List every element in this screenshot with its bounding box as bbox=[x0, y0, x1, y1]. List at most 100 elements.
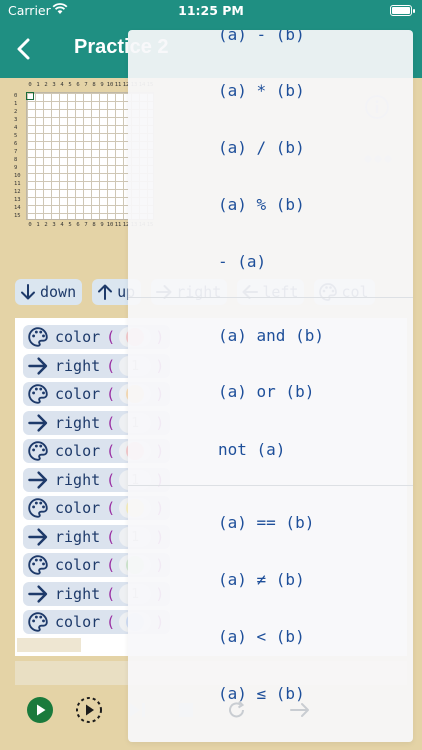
step-run-button[interactable] bbox=[75, 696, 103, 724]
block-keyword: color bbox=[55, 556, 101, 574]
grid-col-label: 1 bbox=[36, 82, 40, 88]
menu-item-multiply[interactable]: (a) * (b) bbox=[218, 81, 305, 100]
grid-row-label: 12 bbox=[14, 189, 21, 195]
grid-col-label: 4 bbox=[60, 82, 64, 88]
arrow-down-icon bbox=[21, 284, 35, 300]
grid-col-label: 1 bbox=[36, 222, 40, 228]
block-keyword: right bbox=[55, 414, 101, 432]
menu-item-not[interactable]: not (a) bbox=[218, 440, 285, 459]
grid-row-label: 3 bbox=[14, 117, 18, 123]
grid-col-label: 2 bbox=[44, 82, 48, 88]
chip-label: down bbox=[40, 283, 77, 301]
grid-col-label: 9 bbox=[100, 82, 104, 88]
grid-row-label: 15 bbox=[14, 213, 21, 219]
grid-col-label: 0 bbox=[28, 82, 32, 88]
menu-item-and[interactable]: (a) and (b) bbox=[218, 326, 324, 345]
grid-col-label: 3 bbox=[52, 222, 56, 228]
menu-item-equal[interactable]: (a) == (b) bbox=[218, 513, 314, 532]
operator-menu[interactable]: (a) - (b) (a) * (b) (a) / (b) (a) % (b) … bbox=[128, 30, 413, 742]
arrow-right-icon bbox=[28, 528, 48, 546]
open-paren: ( bbox=[106, 357, 116, 375]
grid-cursor bbox=[26, 92, 34, 100]
menu-item-modulo[interactable]: (a) % (b) bbox=[218, 195, 305, 214]
grid-col-label: 7 bbox=[84, 222, 88, 228]
grid-row-label: 8 bbox=[14, 157, 18, 163]
block-keyword: color bbox=[55, 499, 101, 517]
grid-row-label: 11 bbox=[14, 181, 21, 187]
block-keyword: right bbox=[55, 585, 101, 603]
grid-row-label: 6 bbox=[14, 141, 18, 147]
block-keyword: right bbox=[55, 471, 101, 489]
down-command-chip[interactable]: down bbox=[15, 279, 83, 305]
menu-item-or[interactable]: (a) or (b) bbox=[218, 382, 314, 401]
palette-icon bbox=[28, 555, 48, 575]
grid-col-label: 6 bbox=[76, 82, 80, 88]
grid-row-label: 1 bbox=[14, 101, 18, 107]
menu-item-not-equal[interactable]: (a) ≠ (b) bbox=[218, 570, 305, 589]
grid-col-label: 10 bbox=[106, 222, 114, 228]
block-keyword: color bbox=[55, 613, 101, 631]
menu-separator bbox=[128, 297, 413, 298]
grid-row-label: 10 bbox=[14, 173, 21, 179]
status-bar: Carrier 11:25 PM bbox=[0, 0, 422, 22]
arrow-right-icon bbox=[28, 585, 48, 603]
block-keyword: color bbox=[55, 328, 101, 346]
arrow-right-icon[interactable] bbox=[289, 696, 311, 724]
grid-row-label: 13 bbox=[14, 197, 21, 203]
grid-col-label: 6 bbox=[76, 222, 80, 228]
grid-col-label: 3 bbox=[52, 82, 56, 88]
grid-col-label: 8 bbox=[92, 82, 96, 88]
open-paren: ( bbox=[106, 414, 116, 432]
grid-row-label: 2 bbox=[14, 109, 18, 115]
grid-row-labels: 0 1 2 3 4 5 6 7 8 9 10 11 12 13 14 15 bbox=[14, 92, 21, 220]
block-keyword: right bbox=[55, 357, 101, 375]
palette-icon bbox=[28, 612, 48, 632]
open-paren: ( bbox=[106, 385, 116, 403]
grid-row-label: 7 bbox=[14, 149, 18, 155]
open-paren: ( bbox=[106, 528, 116, 546]
grid-col-label: 8 bbox=[92, 222, 96, 228]
grid-col-label: 0 bbox=[28, 222, 32, 228]
clock: 11:25 PM bbox=[178, 3, 244, 18]
menu-item-negate[interactable]: - (a) bbox=[218, 252, 266, 271]
battery-icon bbox=[390, 5, 415, 16]
new-line-slot[interactable] bbox=[17, 638, 81, 652]
grid-col-label: 7 bbox=[84, 82, 88, 88]
grid-row-label: 4 bbox=[14, 125, 18, 131]
block-keyword: color bbox=[55, 385, 101, 403]
open-paren: ( bbox=[106, 442, 116, 460]
open-paren: ( bbox=[106, 499, 116, 517]
open-paren: ( bbox=[106, 613, 116, 631]
grid-row-label: 5 bbox=[14, 133, 18, 139]
reset-icon[interactable] bbox=[226, 696, 248, 724]
palette-icon bbox=[28, 384, 48, 404]
menu-item-less-than[interactable]: (a) < (b) bbox=[218, 627, 305, 646]
block-keyword: color bbox=[55, 442, 101, 460]
arrow-right-icon bbox=[28, 414, 48, 432]
menu-item-divide[interactable]: (a) / (b) bbox=[218, 138, 305, 157]
grid-row-label: 14 bbox=[14, 205, 21, 211]
menu-separator bbox=[128, 485, 413, 486]
arrow-right-icon bbox=[28, 357, 48, 375]
arrow-right-icon bbox=[28, 471, 48, 489]
block-keyword: right bbox=[55, 528, 101, 546]
run-button[interactable] bbox=[26, 696, 54, 724]
grid-col-label: 2 bbox=[44, 222, 48, 228]
palette-icon bbox=[28, 498, 48, 518]
grid-col-label: 9 bbox=[100, 222, 104, 228]
open-paren: ( bbox=[106, 585, 116, 603]
grid-col-label: 4 bbox=[60, 222, 64, 228]
grid-col-label: 5 bbox=[68, 222, 72, 228]
arrow-up-icon bbox=[98, 284, 113, 300]
open-paren: ( bbox=[106, 556, 116, 574]
grid-row-label: 9 bbox=[14, 165, 18, 171]
palette-icon bbox=[28, 441, 48, 461]
grid-col-label: 11 bbox=[114, 222, 122, 228]
grid-row-label: 0 bbox=[14, 93, 18, 99]
palette-icon bbox=[28, 327, 48, 347]
menu-item-subtract[interactable]: (a) - (b) bbox=[218, 30, 305, 44]
grid-col-label: 5 bbox=[68, 82, 72, 88]
back-chevron-icon[interactable] bbox=[14, 36, 34, 62]
grid-col-label: 11 bbox=[114, 82, 122, 88]
open-paren: ( bbox=[106, 328, 116, 346]
